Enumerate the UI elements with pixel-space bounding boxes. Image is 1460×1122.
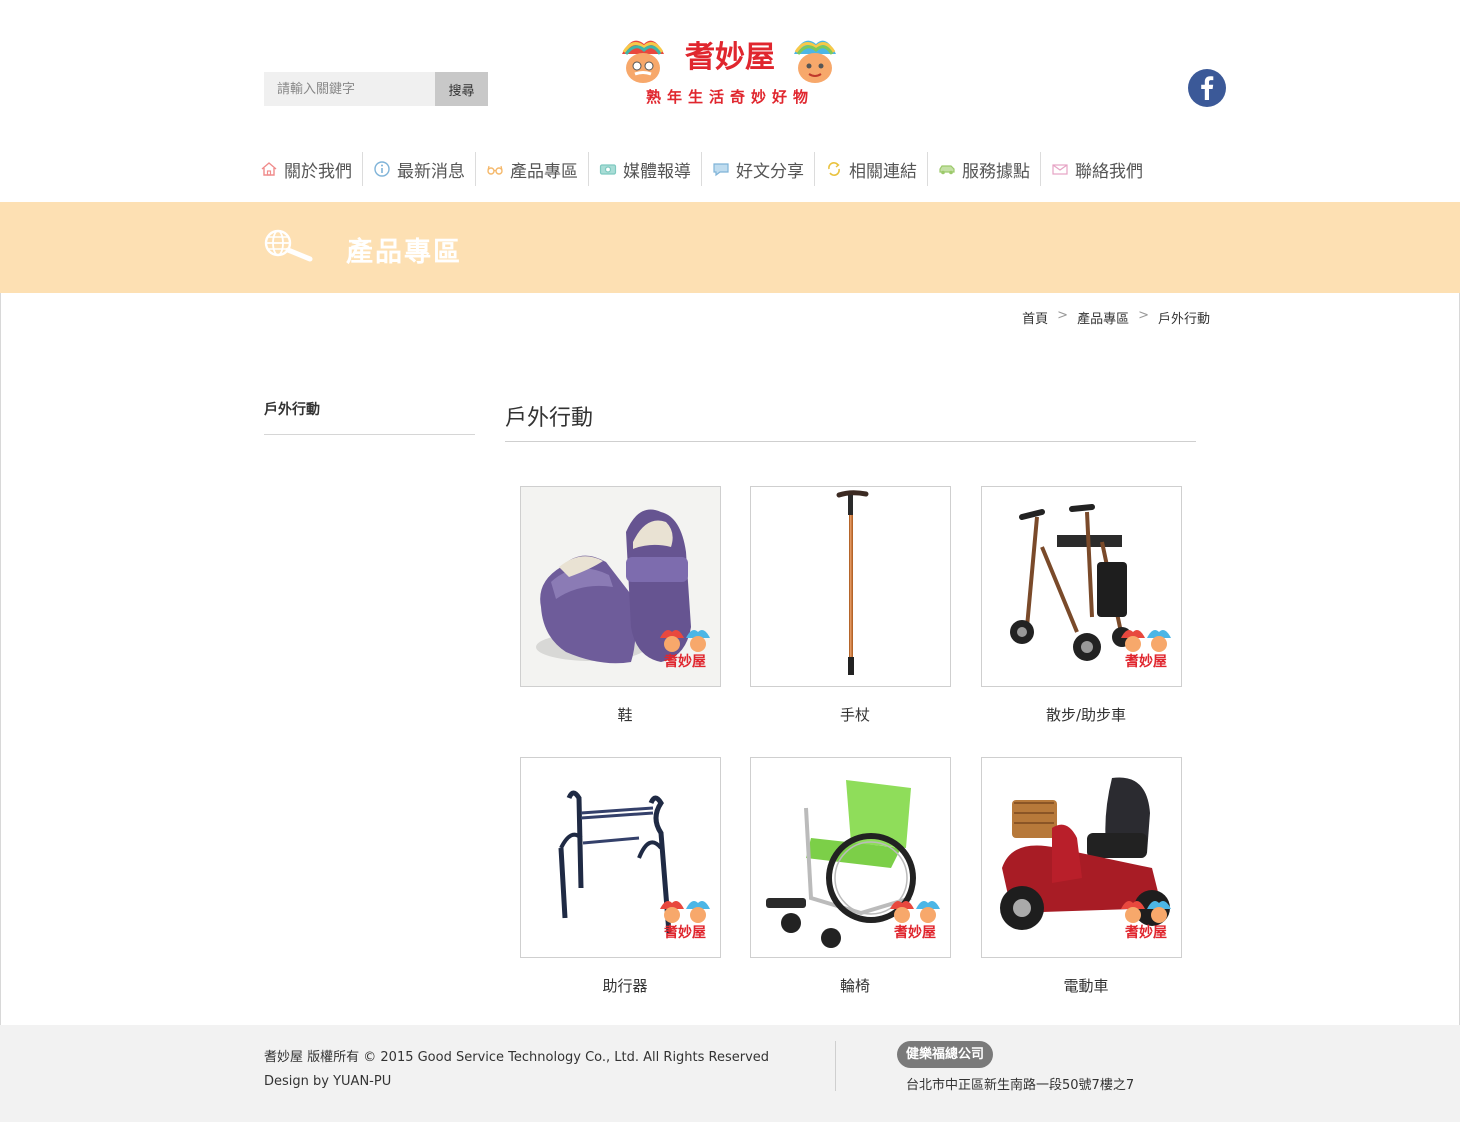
breadcrumb-products[interactable]: 產品專區 — [1077, 308, 1129, 327]
main-nav: 關於我們 最新消息 產品專區 媒體報導 好文分享 相關連結 服務據點 聯絡我們 — [256, 152, 1153, 186]
product-image-wheelchair[interactable]: 耆妙屋 — [750, 757, 951, 958]
footer-divider — [835, 1041, 836, 1091]
svg-text:耆妙屋: 耆妙屋 — [664, 924, 706, 941]
nav-label: 產品專區 — [510, 161, 578, 182]
nav-label: 最新消息 — [397, 161, 465, 182]
company-badge: 健樂福總公司 — [897, 1041, 994, 1068]
search-form: 搜尋 — [264, 72, 488, 106]
chat-icon — [713, 163, 729, 177]
product-label[interactable]: 鞋 — [520, 704, 730, 725]
nav-item-media[interactable]: 媒體報導 — [589, 152, 702, 186]
nav-item-products[interactable]: 產品專區 — [476, 152, 589, 186]
search-input[interactable] — [264, 72, 435, 106]
nav-label: 好文分享 — [736, 161, 804, 182]
product-image-walker[interactable]: 耆妙屋 — [520, 757, 721, 958]
sidebar-item-outdoor-mobility[interactable]: 戶外行動 — [264, 399, 475, 435]
product-image-shoes[interactable]: 耆妙屋 — [520, 486, 721, 687]
search-button[interactable]: 搜尋 — [435, 72, 488, 106]
product-card-wheelchair[interactable]: 耆妙屋 輪椅 — [750, 757, 951, 996]
watermark-logo: 耆妙屋 — [660, 901, 710, 941]
product-label[interactable]: 電動車 — [981, 975, 1191, 996]
nav-item-news[interactable]: 最新消息 — [363, 152, 476, 186]
link-icon — [828, 162, 840, 176]
svg-text:耆妙屋: 耆妙屋 — [1125, 653, 1167, 670]
watermark-logo: 耆妙屋 — [660, 630, 710, 670]
search-globe-icon — [264, 229, 313, 262]
banner-title: 產品專區 — [346, 237, 462, 268]
design-credit: Design by YUAN-PU — [264, 1074, 392, 1089]
product-label[interactable]: 手杖 — [750, 704, 960, 725]
nav-label: 聯絡我們 — [1075, 161, 1143, 182]
breadcrumb-current: 戶外行動 — [1157, 312, 1210, 327]
logo-tagline: 熟年生活奇妙好物 — [646, 88, 814, 106]
nav-label: 媒體報導 — [623, 161, 691, 182]
copyright-text: 耆妙屋 版權所有 © 2015 Good Service Technology … — [264, 1050, 770, 1065]
page-title: 戶外行動 — [505, 400, 1196, 442]
breadcrumb-separator: > — [1057, 308, 1069, 323]
product-label[interactable]: 散步/助步車 — [981, 704, 1191, 725]
product-image-cane[interactable] — [750, 486, 951, 687]
breadcrumb-home[interactable]: 首頁 — [1022, 308, 1048, 327]
svg-text:耆妙屋: 耆妙屋 — [664, 653, 706, 670]
watermark-logo: 耆妙屋 — [1121, 901, 1171, 941]
glasses-icon — [487, 165, 503, 175]
nav-item-articles[interactable]: 好文分享 — [702, 152, 815, 186]
watermark-logo: 耆妙屋 — [890, 901, 940, 941]
svg-text:耆妙屋: 耆妙屋 — [1125, 924, 1167, 941]
product-image-scooter[interactable]: 耆妙屋 — [981, 757, 1182, 958]
svg-text:耆妙屋: 耆妙屋 — [894, 924, 936, 941]
nav-item-links[interactable]: 相關連結 — [815, 152, 928, 186]
site-footer: 耆妙屋 版權所有 © 2015 Good Service Technology … — [0, 1025, 1460, 1122]
product-card-shoes[interactable]: 耆妙屋 鞋 — [520, 486, 721, 725]
breadcrumb: 首頁 > 產品專區 > 戶外行動 — [1022, 308, 1210, 327]
product-label[interactable]: 輪椅 — [750, 975, 960, 996]
home-icon — [261, 162, 277, 176]
product-card-walker[interactable]: 耆妙屋 助行器 — [520, 757, 721, 996]
product-image-rollator[interactable]: 耆妙屋 — [981, 486, 1182, 687]
mail-icon — [1052, 164, 1068, 175]
camera-icon — [599, 164, 617, 175]
breadcrumb-separator: > — [1138, 308, 1149, 323]
car-icon — [939, 165, 955, 175]
nav-label: 關於我們 — [284, 161, 352, 182]
nav-label: 相關連結 — [849, 161, 917, 182]
nav-item-about[interactable]: 關於我們 — [256, 152, 363, 186]
info-icon — [374, 161, 390, 177]
logo-name: 耆妙屋 — [685, 40, 775, 75]
nav-item-locations[interactable]: 服務據點 — [928, 152, 1041, 186]
page-banner: 產品專區 — [0, 202, 1460, 293]
company-address: 台北市中正區新生南路一段50號7樓之7 — [906, 1078, 1135, 1093]
facebook-icon[interactable] — [1188, 69, 1226, 107]
product-card-rollator[interactable]: 耆妙屋 散步/助步車 — [981, 486, 1182, 725]
product-card-cane[interactable]: 手杖 — [750, 486, 951, 725]
category-sidebar: 戶外行動 — [264, 399, 475, 435]
product-card-scooter[interactable]: 耆妙屋 電動車 — [981, 757, 1182, 996]
product-label[interactable]: 助行器 — [520, 975, 730, 996]
nav-label: 服務據點 — [962, 161, 1030, 182]
site-logo[interactable]: 耆妙屋 熟年生活奇妙好物 — [617, 32, 843, 108]
site-header: 搜尋 耆妙屋 熟 — [0, 0, 1460, 202]
watermark-logo: 耆妙屋 — [1121, 630, 1171, 670]
nav-item-contact[interactable]: 聯絡我們 — [1041, 152, 1153, 186]
